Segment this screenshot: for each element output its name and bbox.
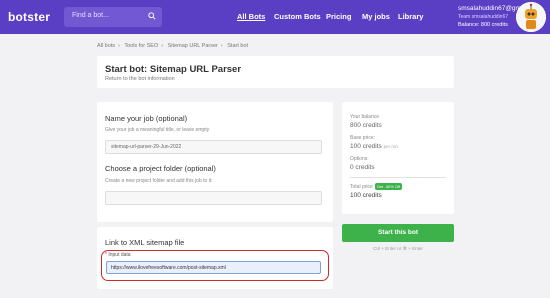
nav-all-bots[interactable]: All Bots (237, 12, 265, 21)
botster-logo[interactable]: botster (8, 10, 50, 24)
breadcrumb: All bots › Tools for SEO › Sitemap URL Par… (97, 43, 249, 49)
breadcrumb-all-bots[interactable]: All bots (97, 43, 115, 49)
page-title: Start bot: Sitemap URL Parser (105, 64, 242, 75)
job-settings-card: Name your job (optional) Give your job a… (97, 102, 333, 222)
job-name-help: Give your job a meaningful title, or lea… (105, 127, 210, 133)
folder-help: Create a new project folder and add this… (105, 178, 213, 184)
breadcrumb-sitemap-parser[interactable]: Sitemap URL Parser (168, 43, 218, 49)
job-name-label: Name your job (optional) (105, 114, 188, 123)
nav-custom-bots[interactable]: Custom Bots (274, 12, 321, 21)
nav-pricing[interactable]: Pricing (326, 12, 351, 21)
breadcrumb-start-bot: Start bot (227, 43, 249, 49)
job-name-field[interactable]: sitemap-url-parser-29-Jun-2022 (105, 140, 322, 154)
sitemap-url-input[interactable]: https://www.ilovefreesoftware.com/post-s… (106, 261, 321, 274)
options-value: 0 credits (350, 164, 375, 171)
search-placeholder: Find a bot... (72, 12, 109, 19)
discount-badge[interactable]: Get -30% Off (374, 183, 403, 190)
pricing-summary: Your balance 800 credits Base price: 100… (342, 102, 454, 214)
options-label: Options: (350, 156, 369, 162)
total-price-label: Total price Get -30% Off (350, 183, 403, 190)
nav-my-jobs[interactable]: My jobs (362, 12, 390, 21)
balance-value: 800 credits (350, 122, 382, 129)
start-bot-button[interactable]: Start this bot (342, 224, 454, 242)
top-nav-bar: botster Find a bot... All Bots Custom Bo… (0, 0, 550, 34)
base-price: 100 credits per run (350, 143, 398, 150)
input-data-label: * Input data (105, 252, 131, 258)
nav-library[interactable]: Library (398, 12, 423, 21)
sitemap-label: Link to XML sitemap file (105, 238, 185, 247)
sitemap-input-card: Link to XML sitemap file * Input data ht… (97, 227, 333, 289)
search-icon[interactable] (148, 12, 156, 20)
base-price-label: Base price: (350, 135, 376, 141)
shortcut-hint: Ctrl + Enter or ⌘ + Enter (373, 246, 423, 251)
folder-label: Choose a project folder (optional) (105, 164, 216, 173)
avatar-robot-icon (516, 2, 546, 32)
total-price-value: 100 credits (350, 192, 382, 199)
search-box[interactable]: Find a bot... (64, 7, 162, 27)
title-card: Start bot: Sitemap URL Parser Return to … (97, 56, 454, 88)
summary-divider (350, 177, 446, 178)
avatar[interactable] (516, 2, 546, 32)
job-name-value: sitemap-url-parser-29-Jun-2022 (111, 144, 182, 150)
breadcrumb-tools-seo[interactable]: Tools for SEO (124, 43, 158, 49)
folder-field[interactable] (105, 191, 322, 205)
return-link[interactable]: Return to the bot information (105, 76, 175, 82)
balance-label: Your balance (350, 114, 380, 120)
